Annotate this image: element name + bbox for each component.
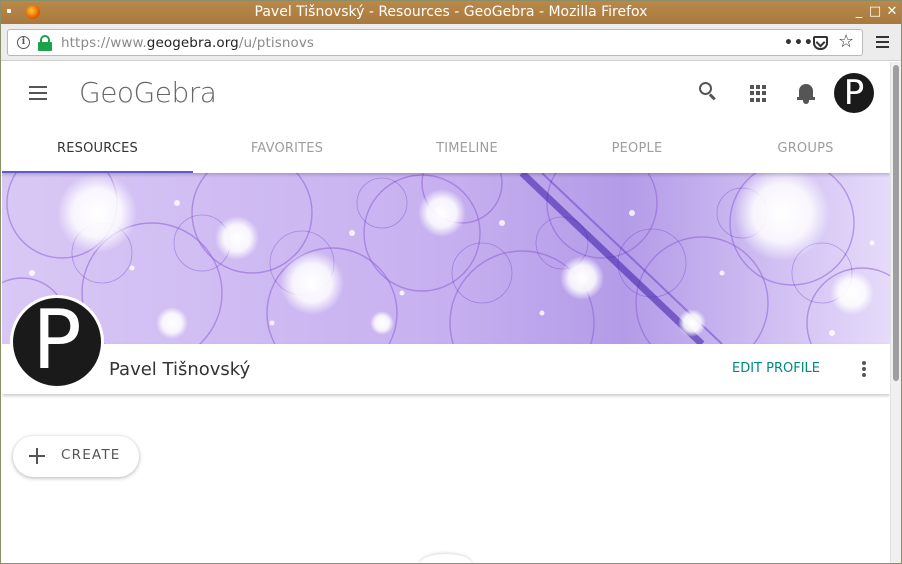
logo-text: GeoGebra bbox=[79, 76, 216, 109]
page-content: GeoGebra P RESOURCES FAVORITES TIMELINE … bbox=[2, 62, 890, 563]
edit-profile-button[interactable]: EDIT PROFILE bbox=[732, 361, 820, 376]
plus-icon bbox=[29, 448, 45, 464]
notifications-bell-icon[interactable] bbox=[797, 82, 815, 104]
url-domain: geogebra.org bbox=[146, 35, 239, 51]
pocket-icon[interactable] bbox=[813, 36, 828, 50]
url-path: /u/ptisnovs bbox=[238, 35, 315, 51]
profile-card: Pavel Tišnovský EDIT PROFILE bbox=[2, 344, 890, 394]
browser-toolbar: i https://www.geogebra.org/u/ptisnovs ••… bbox=[1, 24, 901, 61]
page-actions-icon[interactable]: ••• bbox=[784, 35, 814, 51]
banner-fractal-image bbox=[2, 173, 890, 344]
url-prefix: https://www. bbox=[61, 35, 147, 51]
profile-avatar[interactable]: P bbox=[10, 295, 104, 389]
address-bar[interactable]: i https://www.geogebra.org/u/ptisnovs ••… bbox=[7, 29, 863, 56]
geogebra-logo[interactable]: GeoGebra bbox=[79, 74, 239, 117]
profile-banner bbox=[2, 173, 890, 344]
url-text[interactable]: https://www.geogebra.org/u/ptisnovs bbox=[61, 35, 314, 51]
create-label: CREATE bbox=[61, 447, 121, 463]
maximize-button[interactable]: □ bbox=[868, 4, 882, 20]
info-icon[interactable]: i bbox=[17, 36, 30, 49]
browser-menu-icon[interactable] bbox=[876, 36, 889, 48]
more-options-icon[interactable] bbox=[862, 361, 866, 377]
bookmark-star-icon[interactable]: ☆ bbox=[838, 31, 854, 52]
tab-timeline[interactable]: TIMELINE bbox=[381, 129, 553, 173]
page-scrollbar[interactable] bbox=[890, 62, 901, 563]
geogebra-logo-svg: GeoGebra bbox=[79, 76, 217, 109]
scrollbar-thumb[interactable] bbox=[893, 65, 899, 381]
apps-grid-icon[interactable] bbox=[750, 85, 767, 102]
search-icon[interactable] bbox=[699, 82, 719, 102]
hamburger-menu-icon[interactable] bbox=[29, 86, 47, 100]
minimize-button[interactable]: _ bbox=[852, 4, 866, 20]
app-header: GeoGebra P RESOURCES FAVORITES TIMELINE … bbox=[2, 62, 890, 173]
close-button[interactable]: ✕ bbox=[885, 4, 899, 20]
firefox-window: Pavel Tišnovský - Resources - GeoGebra -… bbox=[0, 0, 902, 564]
lock-icon[interactable] bbox=[38, 35, 52, 51]
window-title: Pavel Tišnovský - Resources - GeoGebra -… bbox=[254, 4, 648, 20]
account-avatar[interactable]: P bbox=[834, 73, 874, 113]
tab-people[interactable]: PEOPLE bbox=[553, 129, 721, 173]
create-button[interactable]: CREATE bbox=[13, 436, 139, 477]
floating-element-edge bbox=[420, 554, 472, 563]
title-bar[interactable]: Pavel Tišnovský - Resources - GeoGebra -… bbox=[1, 1, 901, 24]
profile-tabs: RESOURCES FAVORITES TIMELINE PEOPLE GROU… bbox=[2, 129, 890, 173]
tab-resources[interactable]: RESOURCES bbox=[2, 129, 193, 173]
tab-favorites[interactable]: FAVORITES bbox=[193, 129, 381, 173]
profile-name: Pavel Tišnovský bbox=[109, 359, 251, 380]
tab-groups[interactable]: GROUPS bbox=[721, 129, 890, 173]
